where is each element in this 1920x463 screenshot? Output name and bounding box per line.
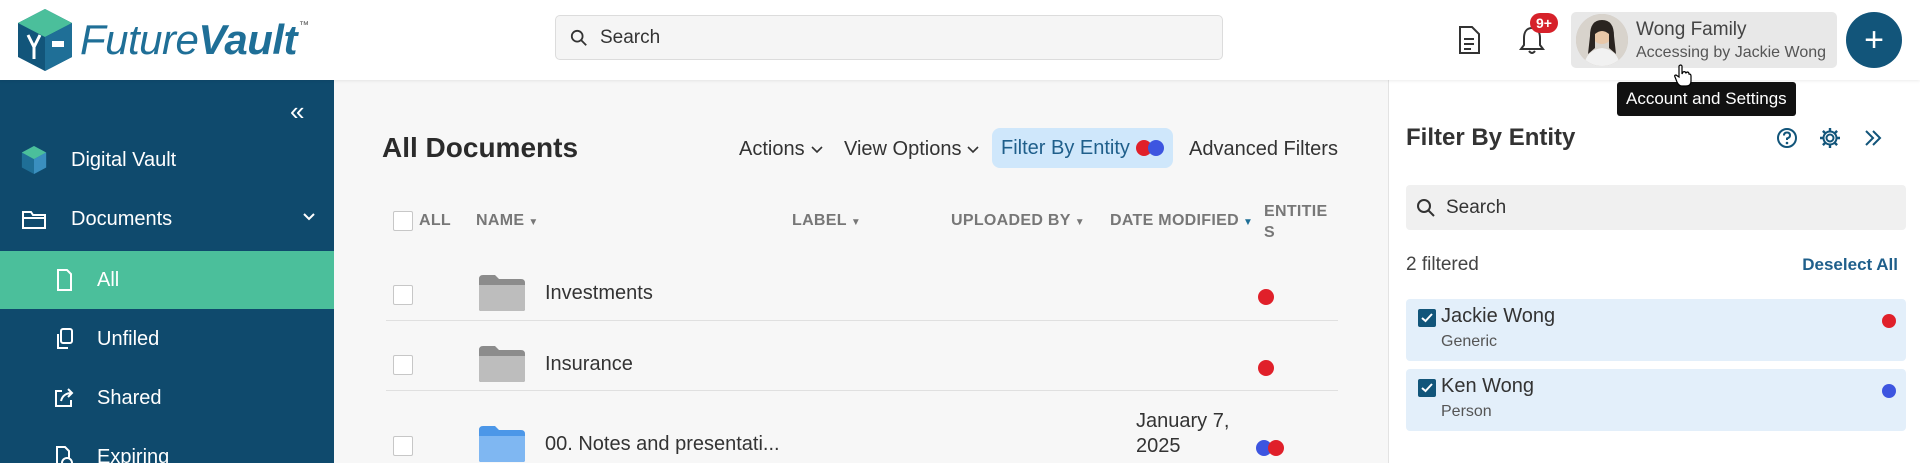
entity-dot-blue xyxy=(1147,140,1164,156)
row-checkbox[interactable] xyxy=(393,436,413,456)
entity-color-dot xyxy=(1882,314,1896,328)
help-icon[interactable] xyxy=(1776,127,1798,149)
sidebar-item-label: All xyxy=(97,268,120,291)
sidebar-item-digital-vault[interactable]: Digital Vault xyxy=(0,131,334,189)
sort-caret-icon: ▼ xyxy=(1074,217,1085,228)
account-subtitle: Accessing by Jackie Wong xyxy=(1636,43,1827,61)
actions-menu[interactable]: Actions xyxy=(739,138,824,161)
column-date-modified[interactable]: DATE MODIFIED ▼ xyxy=(1110,212,1253,230)
table-row[interactable] xyxy=(386,321,1338,391)
entity-checkbox[interactable] xyxy=(1418,309,1436,327)
entity-name: Ken Wong xyxy=(1441,375,1535,397)
table-row[interactable] xyxy=(386,251,1338,321)
entity-item[interactable]: Ken Wong Person xyxy=(1406,369,1906,431)
chevron-down-icon xyxy=(811,145,823,153)
check-icon xyxy=(1421,313,1433,323)
filter-by-entity-panel: Filter By Entity 2 filtered Deselect All… xyxy=(1388,80,1920,463)
sidebar-item-label: Shared xyxy=(97,386,162,409)
chevron-down-icon xyxy=(303,213,315,221)
entity-item[interactable]: Jackie Wong Generic xyxy=(1406,299,1906,361)
row-checkbox[interactable] xyxy=(393,285,413,305)
entity-search[interactable] xyxy=(1406,185,1906,230)
entity-dot-red xyxy=(1258,289,1274,305)
filtered-count: 2 filtered xyxy=(1406,254,1479,275)
hand-cursor-icon xyxy=(1674,64,1692,87)
row-name[interactable]: Insurance xyxy=(545,353,633,376)
entity-dot-red xyxy=(1258,360,1274,376)
collapse-sidebar-icon[interactable]: « xyxy=(290,96,304,127)
view-options-menu[interactable]: View Options xyxy=(844,138,980,161)
select-all-checkbox[interactable] xyxy=(393,211,413,231)
filter-by-entity-button[interactable]: Filter By Entity xyxy=(992,128,1173,168)
account-name: Wong Family xyxy=(1636,18,1747,40)
column-all: ALL xyxy=(419,212,452,229)
entity-dot-red xyxy=(1268,440,1284,456)
logo-text: FutureVault xyxy=(80,16,298,63)
search-icon xyxy=(570,29,587,46)
column-name[interactable]: NAME ▼ xyxy=(476,212,539,230)
entity-type: Generic xyxy=(1441,333,1498,350)
avatar xyxy=(1576,14,1628,66)
sidebar-item-label: Documents xyxy=(71,207,173,230)
plus-icon: + xyxy=(1864,20,1884,59)
check-icon xyxy=(1421,383,1433,393)
notification-badge: 9+ xyxy=(1530,13,1558,33)
entity-search-input[interactable] xyxy=(1446,196,1691,219)
sidebar-item-shared[interactable]: Shared xyxy=(0,369,334,427)
sort-caret-icon: ▼ xyxy=(850,217,862,228)
vault-logo-icon xyxy=(20,146,48,174)
account-tooltip: Account and Settings xyxy=(1617,82,1796,116)
page-title: All Documents xyxy=(382,132,579,163)
folder-icon xyxy=(20,205,48,233)
vault-logo-icon xyxy=(18,9,72,71)
column-uploaded-by[interactable]: UPLOADED BY ▼ xyxy=(951,212,1085,230)
sort-caret-icon: ▼ xyxy=(528,217,539,228)
advanced-filters-button[interactable]: Advanced Filters xyxy=(1189,138,1338,161)
sort-caret-icon: ▼ xyxy=(1242,217,1254,228)
top-header: FutureVault ™ 9+ Wong Family Accessing b… xyxy=(0,0,1920,80)
row-name[interactable]: Investments xyxy=(545,282,653,305)
sidebar: « Digital Vault Documents All Unfiled Sh… xyxy=(0,80,334,463)
column-entities[interactable]: ENTITIE S xyxy=(1264,201,1327,243)
sidebar-item-expiring[interactable]: Expiring xyxy=(0,428,334,463)
document-icon xyxy=(50,266,78,294)
sidebar-item-unfiled[interactable]: Unfiled xyxy=(0,310,334,368)
folder-icon xyxy=(479,426,525,462)
chevron-down-icon xyxy=(967,145,980,153)
global-search[interactable] xyxy=(555,15,1223,60)
panel-title: Filter By Entity xyxy=(1406,124,1576,151)
folder-icon xyxy=(479,346,525,382)
sidebar-item-label: Digital Vault xyxy=(71,148,177,171)
add-button[interactable]: + xyxy=(1846,12,1902,68)
sidebar-item-documents[interactable]: Documents xyxy=(0,190,334,248)
sidebar-item-label: Expiring xyxy=(97,445,170,463)
entity-checkbox[interactable] xyxy=(1418,379,1436,397)
copy-icon xyxy=(50,325,78,353)
global-search-input[interactable] xyxy=(600,26,1200,49)
entity-name: Jackie Wong xyxy=(1441,305,1556,327)
row-date: January 7, 2025 xyxy=(1136,410,1230,457)
column-label[interactable]: LABEL ▼ xyxy=(792,212,861,230)
futurevault-logo[interactable]: FutureVault ™ xyxy=(14,8,309,72)
expiring-icon xyxy=(50,443,78,463)
entity-type: Person xyxy=(1441,403,1492,420)
logo-trademark: ™ xyxy=(299,20,310,31)
documents-main: All Documents Actions View Options Filte… xyxy=(334,80,1388,463)
account-menu[interactable]: Wong Family Accessing by Jackie Wong xyxy=(1571,12,1837,68)
deselect-all-button[interactable]: Deselect All xyxy=(1802,255,1898,275)
document-icon[interactable] xyxy=(1455,25,1483,55)
share-icon xyxy=(50,384,78,412)
search-icon xyxy=(1417,198,1435,217)
entity-color-dot xyxy=(1882,384,1896,398)
sidebar-item-label: Unfiled xyxy=(97,327,160,350)
collapse-panel-icon[interactable] xyxy=(1863,127,1883,149)
gear-icon[interactable] xyxy=(1819,127,1841,149)
row-name[interactable]: 00. Notes and presentati... xyxy=(545,433,780,456)
row-checkbox[interactable] xyxy=(393,355,413,375)
folder-icon xyxy=(479,275,525,311)
sidebar-item-all[interactable]: All xyxy=(0,251,334,309)
entity-dots xyxy=(1135,140,1164,156)
